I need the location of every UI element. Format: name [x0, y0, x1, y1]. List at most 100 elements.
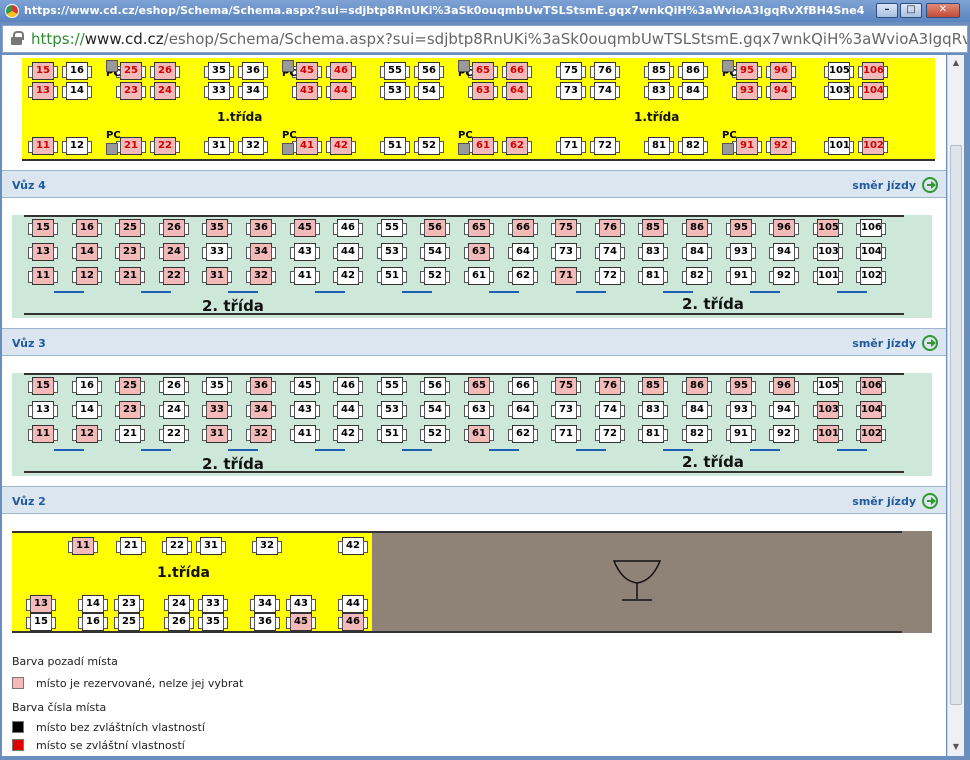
seat-94[interactable]: 94 — [769, 401, 799, 419]
seat-51[interactable]: 51 — [377, 267, 407, 285]
seat-102[interactable]: 102 — [856, 267, 886, 285]
seat-21[interactable]: 21 — [116, 537, 146, 555]
seat-24[interactable]: 24 — [164, 595, 194, 613]
seat-93[interactable]: 93 — [726, 243, 756, 261]
seat-52[interactable]: 52 — [414, 137, 444, 155]
seat-81[interactable]: 81 — [644, 137, 674, 155]
seat-81[interactable]: 81 — [638, 425, 668, 443]
seat-46[interactable]: 46 — [333, 219, 363, 237]
seat-86[interactable]: 86 — [678, 62, 708, 80]
seat-92[interactable]: 92 — [769, 267, 799, 285]
seat-84[interactable]: 84 — [678, 82, 708, 100]
seat-71[interactable]: 71 — [556, 137, 586, 155]
seat-43[interactable]: 43 — [290, 401, 320, 419]
seat-64[interactable]: 64 — [508, 401, 538, 419]
seat-44[interactable]: 44 — [338, 595, 368, 613]
seat-43[interactable]: 43 — [286, 595, 316, 613]
seat-12[interactable]: 12 — [62, 137, 92, 155]
scroll-thumb[interactable] — [950, 145, 962, 705]
seat-73[interactable]: 73 — [551, 401, 581, 419]
seat-62[interactable]: 62 — [508, 425, 538, 443]
seat-54[interactable]: 54 — [414, 82, 444, 100]
close-button[interactable]: ✕ — [926, 3, 960, 18]
seat-93[interactable]: 93 — [726, 401, 756, 419]
seat-91[interactable]: 91 — [726, 425, 756, 443]
window-titlebar[interactable]: https://www.cd.cz/eshop/Schema/Schema.as… — [0, 0, 970, 22]
seat-33[interactable]: 33 — [198, 595, 228, 613]
seat-72[interactable]: 72 — [595, 267, 625, 285]
seat-105[interactable]: 105 — [824, 62, 854, 80]
seat-82[interactable]: 82 — [682, 425, 712, 443]
seat-66[interactable]: 66 — [508, 377, 538, 395]
seat-92[interactable]: 92 — [769, 425, 799, 443]
seat-35[interactable]: 35 — [202, 377, 232, 395]
seat-32[interactable]: 32 — [238, 137, 268, 155]
seat-44[interactable]: 44 — [333, 401, 363, 419]
seat-43[interactable]: 43 — [290, 243, 320, 261]
seat-55[interactable]: 55 — [377, 219, 407, 237]
seat-42[interactable]: 42 — [338, 537, 368, 555]
seat-42[interactable]: 42 — [333, 425, 363, 443]
seat-54[interactable]: 54 — [420, 401, 450, 419]
scroll-down-icon[interactable]: ▼ — [948, 739, 964, 755]
seat-16[interactable]: 16 — [72, 377, 102, 395]
seat-62[interactable]: 62 — [508, 267, 538, 285]
seat-56[interactable]: 56 — [420, 377, 450, 395]
seat-104[interactable]: 104 — [856, 243, 886, 261]
seat-51[interactable]: 51 — [377, 425, 407, 443]
seat-106[interactable]: 106 — [856, 219, 886, 237]
seat-74[interactable]: 74 — [590, 82, 620, 100]
seat-21[interactable]: 21 — [115, 425, 145, 443]
seat-51[interactable]: 51 — [380, 137, 410, 155]
seat-55[interactable]: 55 — [377, 377, 407, 395]
seat-101[interactable]: 101 — [824, 137, 854, 155]
seat-103[interactable]: 103 — [813, 243, 843, 261]
seat-25[interactable]: 25 — [114, 613, 144, 631]
seat-22[interactable]: 22 — [162, 537, 192, 555]
seat-53[interactable]: 53 — [377, 243, 407, 261]
seat-73[interactable]: 73 — [556, 82, 586, 100]
seat-23[interactable]: 23 — [114, 595, 144, 613]
scroll-up-icon[interactable]: ▲ — [948, 55, 964, 71]
seat-103[interactable]: 103 — [824, 82, 854, 100]
seat-54[interactable]: 54 — [420, 243, 450, 261]
seat-83[interactable]: 83 — [644, 82, 674, 100]
seat-81[interactable]: 81 — [638, 267, 668, 285]
seat-83[interactable]: 83 — [638, 243, 668, 261]
seat-75[interactable]: 75 — [556, 62, 586, 80]
seat-44[interactable]: 44 — [333, 243, 363, 261]
seat-63[interactable]: 63 — [464, 401, 494, 419]
seat-105[interactable]: 105 — [813, 377, 843, 395]
seat-52[interactable]: 52 — [420, 267, 450, 285]
seat-84[interactable]: 84 — [682, 243, 712, 261]
seat-41[interactable]: 41 — [290, 425, 320, 443]
seat-14[interactable]: 14 — [78, 595, 108, 613]
seat-83[interactable]: 83 — [638, 401, 668, 419]
seat-64[interactable]: 64 — [508, 243, 538, 261]
seat-45[interactable]: 45 — [290, 377, 320, 395]
seat-71[interactable]: 71 — [551, 425, 581, 443]
vertical-scrollbar[interactable]: ▲ ▼ — [947, 55, 964, 756]
seat-74[interactable]: 74 — [595, 401, 625, 419]
seat-36[interactable]: 36 — [250, 613, 280, 631]
minimize-button[interactable]: – — [876, 3, 898, 18]
seat-101[interactable]: 101 — [813, 267, 843, 285]
seat-55[interactable]: 55 — [380, 62, 410, 80]
seat-15[interactable]: 15 — [26, 613, 56, 631]
seat-74[interactable]: 74 — [595, 243, 625, 261]
seat-42[interactable]: 42 — [333, 267, 363, 285]
seat-82[interactable]: 82 — [682, 267, 712, 285]
seat-53[interactable]: 53 — [380, 82, 410, 100]
seat-24[interactable]: 24 — [159, 401, 189, 419]
seat-33[interactable]: 33 — [204, 82, 234, 100]
seat-31[interactable]: 31 — [204, 137, 234, 155]
seat-22[interactable]: 22 — [159, 425, 189, 443]
seat-34[interactable]: 34 — [238, 82, 268, 100]
seat-26[interactable]: 26 — [164, 613, 194, 631]
seat-91[interactable]: 91 — [726, 267, 756, 285]
seat-52[interactable]: 52 — [420, 425, 450, 443]
seat-32[interactable]: 32 — [252, 537, 282, 555]
seat-35[interactable]: 35 — [198, 613, 228, 631]
address-bar[interactable]: https://www.cd.cz/eshop/Schema/Schema.as… — [2, 25, 968, 53]
seat-34[interactable]: 34 — [250, 595, 280, 613]
